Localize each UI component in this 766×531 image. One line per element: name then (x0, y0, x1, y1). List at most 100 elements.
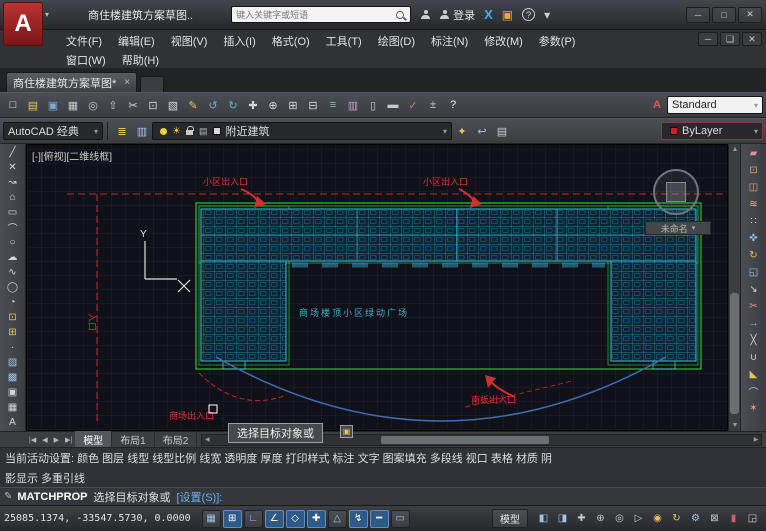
osnap-toggle[interactable]: ◇ (285, 509, 305, 528)
vertical-scrollbar[interactable]: ▲ ▼ (728, 144, 740, 431)
ortho-toggle[interactable]: ∟ (243, 509, 263, 528)
color-combo[interactable]: ByLayer ▾ (661, 122, 763, 140)
layer-freeze-icon[interactable]: ☀ (172, 126, 181, 137)
doc-restore-button[interactable]: ❏ (720, 32, 740, 46)
style-combo[interactable]: Standard ▾ (667, 96, 763, 114)
otrack-toggle[interactable]: ✚ (306, 509, 326, 528)
make-object-layer-current-icon[interactable]: ✦ (452, 121, 472, 141)
join-icon[interactable]: ∪ (744, 349, 764, 366)
maximize-button[interactable]: □ (712, 6, 736, 23)
polyline-icon[interactable]: ↝ (3, 175, 23, 190)
layer-on-icon[interactable] (160, 127, 167, 135)
mirror-icon[interactable]: ◫ (744, 179, 764, 196)
redo-icon[interactable]: ↻ (223, 95, 243, 115)
menu-item[interactable]: 修改(M) (476, 31, 531, 51)
sign-in-button[interactable]: 登录 (453, 7, 475, 23)
insert-block-icon[interactable]: ⊡ (3, 310, 23, 325)
layer-combo[interactable]: ☀ ▤ 附近建筑 ▾ (152, 122, 452, 140)
plot-preview-icon[interactable]: ◎ (83, 95, 103, 115)
scroll-down-icon[interactable]: ▼ (729, 420, 741, 431)
properties-icon[interactable]: ≡ (323, 95, 343, 115)
stretch-icon[interactable]: ↘ (744, 281, 764, 298)
quick-view-layouts-icon[interactable]: ◧ (535, 510, 552, 527)
autodesk-360-icon[interactable]: ▣ (502, 8, 513, 22)
scroll-right-icon[interactable]: ▶ (751, 435, 761, 445)
layer-states-icon[interactable]: ▤ (492, 121, 512, 141)
menu-item[interactable]: 编辑(E) (110, 31, 163, 51)
menu-item[interactable]: 文件(F) (58, 31, 110, 51)
minimize-button[interactable]: ─ (686, 6, 710, 23)
toolpalettes-icon[interactable]: ▯ (363, 95, 383, 115)
viewport-controls[interactable]: [-][俯视][二维线框] (32, 148, 112, 163)
menu-item[interactable]: 参数(P) (531, 31, 584, 51)
construction-line-icon[interactable]: ✕ (3, 160, 23, 175)
exchange-apps-icon[interactable]: X (484, 7, 493, 22)
layer-filter-icon[interactable]: ▥ (132, 121, 152, 141)
ellipse-arc-icon[interactable]: ◔ (3, 295, 23, 310)
tab-first-button[interactable]: |◀ (26, 436, 39, 444)
help-dropdown-icon[interactable]: ▾ (544, 8, 550, 22)
drawing-canvas[interactable]: 小区出入口 小区出入口 商场楼顶小区绿动广场 南板出入口 商场出入口 入口 Y (27, 145, 728, 431)
menu-item[interactable]: 窗口(W) (58, 50, 114, 70)
clean-screen-icon[interactable]: ◲ (744, 510, 761, 527)
zoom-previous-icon[interactable]: ⊟ (303, 95, 323, 115)
search-input[interactable] (232, 9, 397, 20)
mtext-icon[interactable]: A (3, 415, 23, 430)
document-tab[interactable]: 商住楼建筑方案草图* × (6, 72, 138, 92)
sheetset-icon[interactable]: ▬ (383, 95, 403, 115)
quickcalc-icon[interactable]: ± (423, 95, 443, 115)
drawing-area[interactable]: [-][俯视][二维线框] 小区出入口 小区出入口 商场楼顶小区绿动广场 南板出… (26, 144, 728, 431)
extend-icon[interactable]: → (744, 315, 764, 332)
search-icon[interactable] (396, 10, 405, 19)
vertical-scrollbar-thumb[interactable] (730, 293, 739, 414)
revision-cloud-icon[interactable]: ☁ (3, 250, 23, 265)
array-icon[interactable]: ∷ (744, 213, 764, 230)
doc-minimize-button[interactable]: ─ (698, 32, 718, 46)
doc-close-button[interactable]: ✕ (742, 32, 762, 46)
line-icon[interactable]: ╱ (3, 145, 23, 160)
tab-prev-button[interactable]: ◀ (39, 436, 50, 444)
copy-object-icon[interactable]: ⊡ (744, 162, 764, 179)
undo-icon[interactable]: ↺ (203, 95, 223, 115)
command-line[interactable]: ✎ MATCHPROP 选择目标对象或 [设置(S)]: (0, 487, 766, 505)
viewcube[interactable] (653, 169, 699, 215)
polar-toggle[interactable]: ∠ (264, 509, 284, 528)
move-icon[interactable]: ✜ (744, 230, 764, 247)
menu-item[interactable]: 格式(O) (264, 31, 318, 51)
scale-icon[interactable]: ◱ (744, 264, 764, 281)
copy-icon[interactable]: ⊡ (143, 95, 163, 115)
table-icon[interactable]: ▦ (3, 400, 23, 415)
zoom-statusbar-icon[interactable]: ⊕ (592, 510, 609, 527)
chamfer-icon[interactable]: ◣ (744, 366, 764, 383)
rotate-icon[interactable]: ↻ (744, 247, 764, 264)
command-option-settings[interactable]: [设置(S)]: (176, 489, 222, 505)
trim-icon[interactable]: ✂ (744, 298, 764, 315)
app-menu-button[interactable]: A (3, 2, 43, 46)
dyn-toggle[interactable]: ↯ (348, 509, 368, 528)
circle-icon[interactable]: ○ (3, 235, 23, 250)
workspace-combo[interactable]: AutoCAD 经典 ▾ (3, 122, 103, 140)
performance-icon[interactable]: ▮ (725, 510, 742, 527)
model-space-button[interactable]: 模型 (492, 509, 528, 528)
menu-item[interactable]: 标注(N) (423, 31, 476, 51)
new-tab-stub[interactable] (140, 76, 165, 92)
ducs-toggle[interactable]: △ (327, 509, 347, 528)
layout-tab[interactable]: 布局1 (112, 431, 155, 448)
steering-wheel-icon[interactable]: ◎ (611, 510, 628, 527)
layer-properties-icon[interactable]: ≣ (112, 121, 132, 141)
layout-tab[interactable]: 模型 (75, 431, 113, 448)
horizontal-scrollbar-thumb[interactable] (381, 435, 549, 444)
gradient-icon[interactable]: ▩ (3, 370, 23, 385)
tab-next-button[interactable]: ▶ (51, 436, 62, 444)
markup-icon[interactable]: ✓ (403, 95, 423, 115)
offset-icon[interactable]: ≋ (744, 196, 764, 213)
grid-toggle[interactable]: ⊞ (222, 509, 242, 528)
hatch-icon[interactable]: ▨ (3, 355, 23, 370)
layout-tab[interactable]: 布局2 (155, 431, 198, 448)
region-icon[interactable]: ▣ (3, 385, 23, 400)
viewcube-face[interactable] (666, 182, 686, 202)
make-block-icon[interactable]: ⊞ (3, 325, 23, 340)
spline-icon[interactable]: ∿ (3, 265, 23, 280)
menu-item[interactable]: 绘图(D) (370, 31, 423, 51)
menu-item[interactable]: 工具(T) (318, 31, 370, 51)
